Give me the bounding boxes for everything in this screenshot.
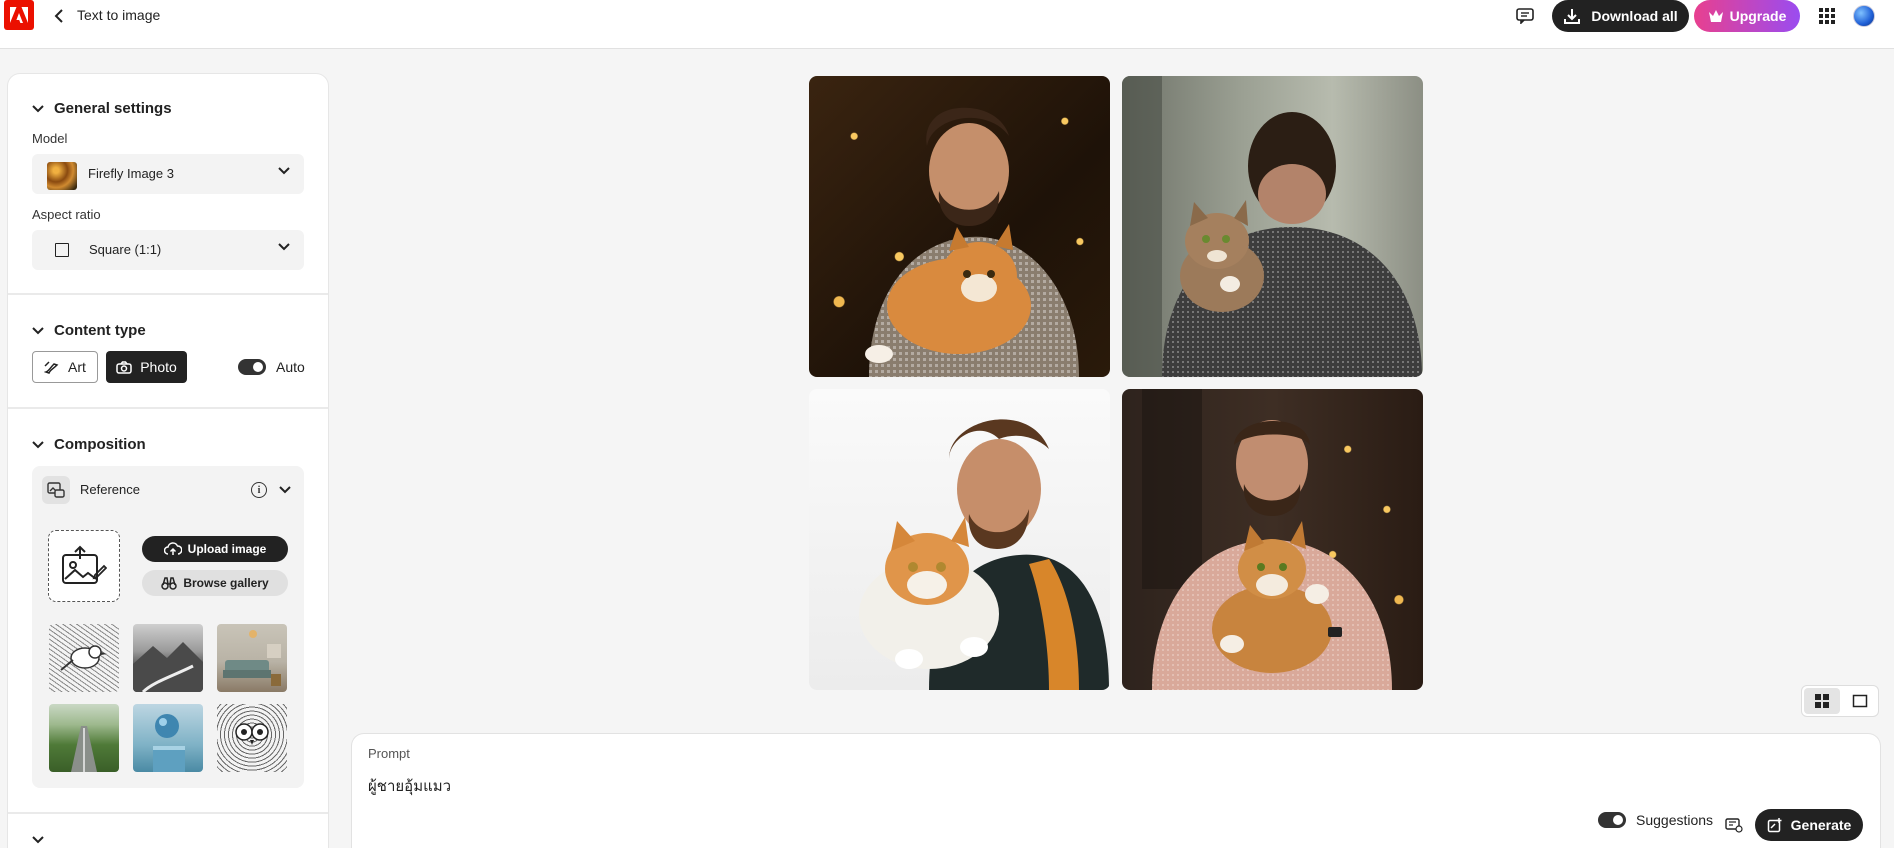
prompt-panel: Prompt ผู้ชายอุ้มแมว Suggestions Generat… <box>352 734 1880 848</box>
upload-image-icon <box>62 545 107 584</box>
section-divider <box>8 293 328 295</box>
brush-icon <box>44 361 59 374</box>
prompt-settings-icon[interactable] <box>1724 816 1744 834</box>
prompt-input[interactable]: ผู้ชายอุ้มแมว <box>368 774 451 798</box>
model-value: Firefly Image 3 <box>88 166 174 181</box>
content-type-title: Content type <box>54 322 146 339</box>
image-drop-zone[interactable] <box>48 530 120 602</box>
browse-gallery-button[interactable]: Browse gallery <box>142 570 288 596</box>
aspect-ratio-value: Square (1:1) <box>89 242 162 257</box>
generated-image-4[interactable] <box>1122 389 1423 690</box>
chevron-down-icon <box>32 440 44 448</box>
square-icon <box>55 243 69 257</box>
reference-thumbnail-green-field-road[interactable] <box>49 704 119 772</box>
composition-header[interactable]: Composition <box>32 436 146 453</box>
reference-panel: Reference i Upload image Browse gallery <box>32 466 304 788</box>
browse-gallery-label: Browse gallery <box>183 576 269 590</box>
generate-button[interactable]: Generate <box>1755 809 1863 841</box>
reference-thumbnail-mountain-road[interactable] <box>133 624 203 692</box>
view-mode-toggle <box>1801 685 1879 717</box>
model-select[interactable]: Firefly Image 3 <box>32 154 304 194</box>
reference-thumbnail-bird-sketch[interactable] <box>49 624 119 692</box>
reference-thumbnail-blue-sphere[interactable] <box>133 704 203 772</box>
cloud-upload-icon <box>163 542 182 555</box>
model-thumbnail <box>47 162 77 190</box>
suggestions-toggle[interactable] <box>1598 812 1626 828</box>
aspect-ratio-label: Aspect ratio <box>32 207 101 222</box>
chevron-down-icon <box>278 167 290 175</box>
info-icon[interactable]: i <box>251 482 267 498</box>
reference-icon <box>42 476 70 504</box>
download-all-button[interactable]: Download all <box>1552 0 1689 32</box>
photo-button[interactable]: Photo <box>106 351 187 383</box>
style-section-header[interactable] <box>32 836 44 844</box>
suggestions-label: Suggestions <box>1636 812 1714 828</box>
grid-view-icon[interactable] <box>1804 688 1840 714</box>
page-title: Text to image <box>77 7 161 23</box>
auto-toggle-group: Auto <box>238 359 305 375</box>
generate-label: Generate <box>1790 817 1852 833</box>
chevron-down-icon <box>32 836 44 844</box>
upgrade-label: Upgrade <box>1729 8 1787 24</box>
upload-image-label: Upload image <box>187 542 267 556</box>
reference-thumbnail-owl-sketch[interactable] <box>217 704 287 772</box>
upload-image-button[interactable]: Upload image <box>142 536 288 562</box>
chevron-down-icon[interactable] <box>279 486 291 494</box>
auto-label: Auto <box>276 359 305 375</box>
download-icon <box>1564 9 1581 24</box>
generate-icon <box>1767 818 1782 833</box>
composition-title: Composition <box>54 436 146 453</box>
general-settings-header[interactable]: General settings <box>32 100 172 117</box>
suggestions-toggle-group: Suggestions <box>1598 812 1713 828</box>
reference-thumbnail-living-room[interactable] <box>217 624 287 692</box>
chevron-down-icon <box>32 104 44 112</box>
binoculars-icon <box>161 577 178 590</box>
section-divider <box>8 812 328 814</box>
art-button[interactable]: Art <box>32 351 98 383</box>
chevron-down-icon <box>32 326 44 334</box>
user-avatar[interactable] <box>1853 5 1875 27</box>
aspect-ratio-select[interactable]: Square (1:1) <box>32 230 304 270</box>
prompt-label: Prompt <box>368 746 410 761</box>
upgrade-button[interactable]: Upgrade <box>1694 0 1800 32</box>
single-view-icon[interactable] <box>1842 688 1878 714</box>
reference-label: Reference <box>80 482 140 497</box>
chevron-down-icon <box>278 243 290 251</box>
generated-image-1[interactable] <box>809 76 1110 377</box>
photo-label: Photo <box>140 359 177 375</box>
content-type-header[interactable]: Content type <box>32 322 146 339</box>
download-all-label: Download all <box>1591 8 1678 24</box>
auto-toggle[interactable] <box>238 359 266 375</box>
art-label: Art <box>68 359 86 375</box>
app-header: Text to image Download all Upgrade <box>0 0 1894 49</box>
general-settings-title: General settings <box>54 100 172 117</box>
generated-image-2[interactable] <box>1122 76 1423 377</box>
generated-image-3[interactable] <box>809 389 1110 690</box>
apps-grid-icon[interactable] <box>1815 4 1839 28</box>
section-divider <box>8 407 328 409</box>
back-chevron-icon[interactable] <box>50 6 68 26</box>
model-label: Model <box>32 131 68 146</box>
feedback-icon[interactable] <box>1512 3 1538 29</box>
adobe-logo-icon[interactable] <box>4 0 34 30</box>
camera-icon <box>116 360 132 374</box>
crown-icon <box>1708 10 1723 22</box>
settings-sidebar: General settings Model Firefly Image 3 A… <box>8 74 328 848</box>
